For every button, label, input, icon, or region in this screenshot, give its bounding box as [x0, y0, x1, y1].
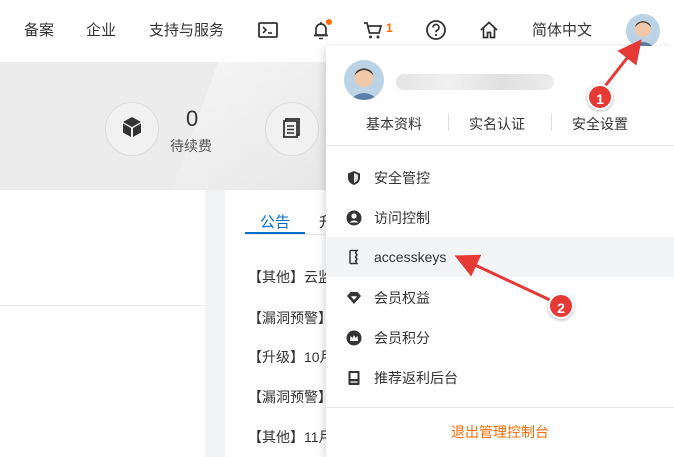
- menu-item-accesskeys[interactable]: accesskeys: [326, 237, 674, 277]
- real-name-auth-link[interactable]: 实名认证: [469, 114, 525, 134]
- home-icon[interactable]: [478, 19, 502, 43]
- nav-filing-link[interactable]: 备案: [24, 21, 54, 41]
- menu-item-label: 推荐返利后台: [374, 370, 458, 386]
- document-list-icon: [281, 116, 303, 143]
- menu-item-referral-dashboard[interactable]: 推荐返利后台: [326, 358, 674, 398]
- menu-item-member-points[interactable]: 会员积分: [326, 318, 674, 358]
- document-icon: [346, 370, 362, 386]
- key-icon: [346, 249, 362, 265]
- tab-active-indicator: [245, 232, 305, 234]
- notice-item[interactable]: 【其他】11月: [248, 427, 333, 447]
- menu-item-label: 会员权益: [374, 290, 430, 306]
- user-icon: [346, 210, 362, 226]
- cart-count-badge: 1: [386, 21, 393, 35]
- renewal-count: 0: [186, 106, 199, 131]
- notice-item[interactable]: 【其他】云监: [248, 267, 332, 287]
- nav-enterprise-link[interactable]: 企业: [86, 21, 116, 41]
- terminal-icon[interactable]: [257, 19, 281, 43]
- box-icon: [120, 115, 144, 144]
- stat-circle-document[interactable]: [265, 102, 319, 156]
- stat-circle-box[interactable]: [105, 102, 159, 156]
- separator: [448, 114, 449, 131]
- menu-item-label: accesskeys: [374, 249, 447, 265]
- user-dropdown-menu: 基本资料 实名认证 安全设置 安全管控 访问控制 accesskeys 会员权益…: [326, 46, 674, 457]
- menu-item-label: 会员积分: [374, 330, 430, 346]
- diamond-icon: [346, 290, 362, 306]
- language-selector[interactable]: 简体中文: [532, 21, 592, 41]
- logout-button[interactable]: 退出管理控制台: [326, 408, 674, 457]
- user-avatar-button[interactable]: [626, 14, 660, 48]
- menu-item-member-benefits[interactable]: 会员权益: [326, 278, 674, 318]
- divider: [0, 305, 205, 306]
- help-icon[interactable]: [425, 19, 449, 43]
- notice-item[interactable]: 【漏洞预警】: [248, 387, 332, 407]
- cart-icon[interactable]: [362, 19, 386, 43]
- menu-item-label: 安全管控: [374, 170, 430, 186]
- shield-icon: [346, 170, 362, 186]
- dropdown-avatar: [344, 60, 384, 100]
- annotation-marker-1: 1: [587, 84, 613, 110]
- separator: [551, 114, 552, 131]
- dropdown-divider: [326, 145, 674, 146]
- crown-icon: [346, 330, 362, 346]
- menu-item-label: 访问控制: [374, 210, 430, 226]
- notice-item[interactable]: 【漏洞预警】: [248, 308, 332, 328]
- notice-item[interactable]: 【升级】10月: [248, 347, 334, 367]
- menu-item-access-control[interactable]: 访问控制: [326, 198, 674, 238]
- left-panel: [0, 190, 205, 457]
- security-settings-link[interactable]: 安全设置: [572, 114, 628, 134]
- notification-dot: [326, 19, 332, 25]
- annotation-marker-2: 2: [548, 293, 574, 319]
- nav-support-link[interactable]: 支持与服务: [149, 21, 224, 41]
- renewal-label[interactable]: 待续费: [170, 136, 212, 156]
- basic-profile-link[interactable]: 基本资料: [366, 114, 422, 134]
- menu-item-security-control[interactable]: 安全管控: [326, 158, 674, 198]
- tab-announcements[interactable]: 公告: [260, 211, 290, 232]
- blurred-username: [396, 74, 554, 90]
